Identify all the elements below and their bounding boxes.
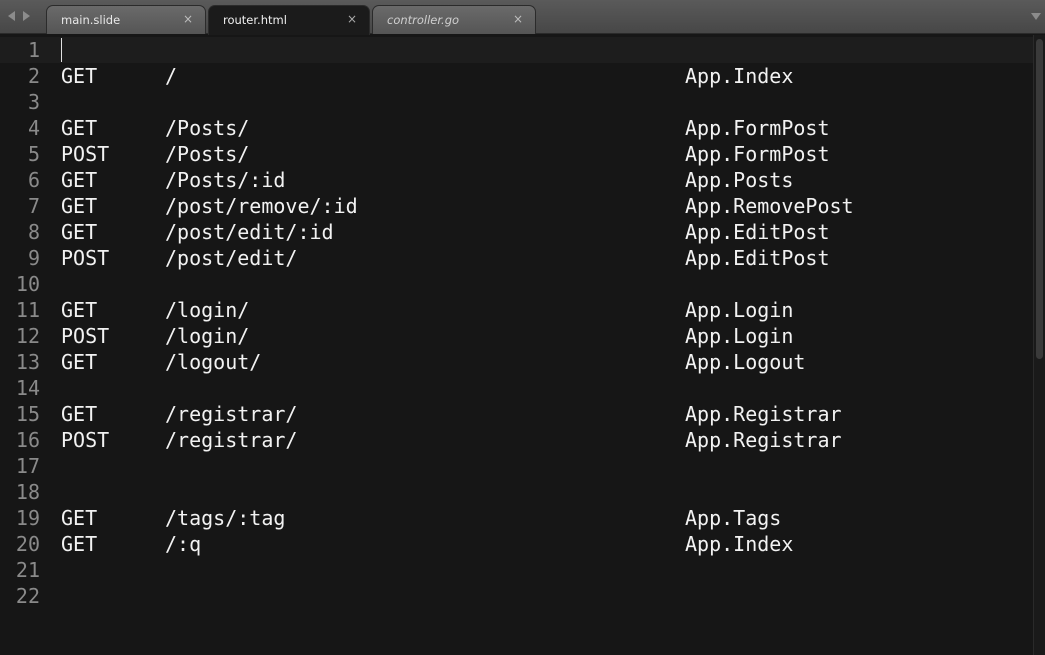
route-path: /Posts/: [165, 142, 250, 166]
route-path: /logout/: [165, 350, 262, 374]
line-number: 4: [27, 116, 40, 140]
line-number: 15: [15, 402, 40, 426]
route-method: POST: [61, 428, 110, 452]
route-path: /tags/:tag: [165, 506, 286, 530]
editor-window: main.slide × controller.go × router.html…: [0, 0, 1045, 655]
route-method: POST: [61, 324, 110, 348]
tab-bar: main.slide × controller.go × router.html…: [0, 0, 1045, 35]
code-editor[interactable]: 1 2 3 4 5 6 7 8 9 10 11 12 13 14 15 16 17 18 19 20 21 22 GET /…: [0, 35, 1045, 655]
route-action: App.EditPost: [685, 246, 830, 270]
tab-close-icon[interactable]: ×: [347, 12, 357, 26]
route-path: /login/: [165, 324, 250, 348]
tab-controller-go[interactable]: controller.go ×: [372, 5, 536, 34]
tab-label: controller.go: [387, 13, 460, 27]
route-action: App.Login: [685, 298, 794, 322]
tab-close-icon[interactable]: ×: [513, 12, 523, 26]
line-number-gutter: 1 2 3 4 5 6 7 8 9 10 11 12 13 14 15 16 17 18 19 20 21 22: [0, 35, 58, 655]
line-number: 3: [27, 90, 40, 114]
tab-scroll-left-icon[interactable]: [8, 11, 15, 21]
current-line-highlight: [0, 37, 1035, 63]
route-action: App.Login: [685, 324, 794, 348]
line-number: 12: [15, 324, 40, 348]
route-method: GET: [61, 116, 98, 140]
route-path: /post/edit/: [165, 246, 298, 270]
route-action: App.FormPost: [685, 116, 830, 140]
vertical-scrollbar[interactable]: [1033, 35, 1045, 655]
line-number: 10: [15, 272, 40, 296]
line-number: 17: [15, 454, 40, 478]
line-number: 13: [15, 350, 40, 374]
line-number: 21: [15, 558, 40, 582]
line-number: 1: [27, 38, 40, 62]
route-method: POST: [61, 246, 110, 270]
route-action: App.Registrar: [685, 428, 842, 452]
line-number: 19: [15, 506, 40, 530]
route-method: GET: [61, 220, 98, 244]
line-number: 5: [27, 142, 40, 166]
line-number: 11: [15, 298, 40, 322]
route-method: GET: [61, 298, 98, 322]
line-number: 14: [15, 376, 40, 400]
route-method: GET: [61, 532, 98, 556]
route-method: GET: [61, 64, 98, 88]
tab-main-slide[interactable]: main.slide ×: [46, 5, 206, 34]
line-number: 16: [15, 428, 40, 452]
tab-label: router.html: [223, 13, 287, 27]
line-number: 7: [27, 194, 40, 218]
tab-close-icon[interactable]: ×: [183, 12, 193, 26]
line-number: 2: [27, 64, 40, 88]
route-path: /Posts/: [165, 116, 250, 140]
route-path: /post/edit/:id: [165, 220, 334, 244]
tab-router-html[interactable]: router.html ×: [208, 5, 370, 35]
text-cursor: [61, 38, 62, 62]
route-action: App.Index: [685, 64, 794, 88]
route-path: /login/: [165, 298, 250, 322]
route-action: App.FormPost: [685, 142, 830, 166]
line-number: 8: [27, 220, 40, 244]
route-action: App.Index: [685, 532, 794, 556]
route-action: App.RemovePost: [685, 194, 854, 218]
tab-list-dropdown-icon[interactable]: [1031, 13, 1041, 20]
route-path: /: [165, 64, 178, 88]
line-number: 20: [15, 532, 40, 556]
tab-label: main.slide: [61, 13, 121, 27]
route-path: /registrar/: [165, 402, 298, 426]
route-method: GET: [61, 506, 98, 530]
line-number: 18: [15, 480, 40, 504]
line-number: 9: [27, 246, 40, 270]
route-path: /Posts/:id: [165, 168, 286, 192]
scrollbar-thumb[interactable]: [1036, 39, 1043, 359]
route-method: GET: [61, 350, 98, 374]
route-method: GET: [61, 402, 98, 426]
route-path: /:q: [165, 532, 202, 556]
route-action: App.EditPost: [685, 220, 830, 244]
route-method: GET: [61, 168, 98, 192]
route-method: POST: [61, 142, 110, 166]
line-number: 6: [27, 168, 40, 192]
route-method: GET: [61, 194, 98, 218]
line-number: 22: [15, 584, 40, 608]
route-action: App.Logout: [685, 350, 806, 374]
route-path: /post/remove/:id: [165, 194, 358, 218]
route-action: App.Registrar: [685, 402, 842, 426]
route-path: /registrar/: [165, 428, 298, 452]
tab-scroll-right-icon[interactable]: [23, 11, 30, 21]
route-action: App.Tags: [685, 506, 782, 530]
route-action: App.Posts: [685, 168, 794, 192]
